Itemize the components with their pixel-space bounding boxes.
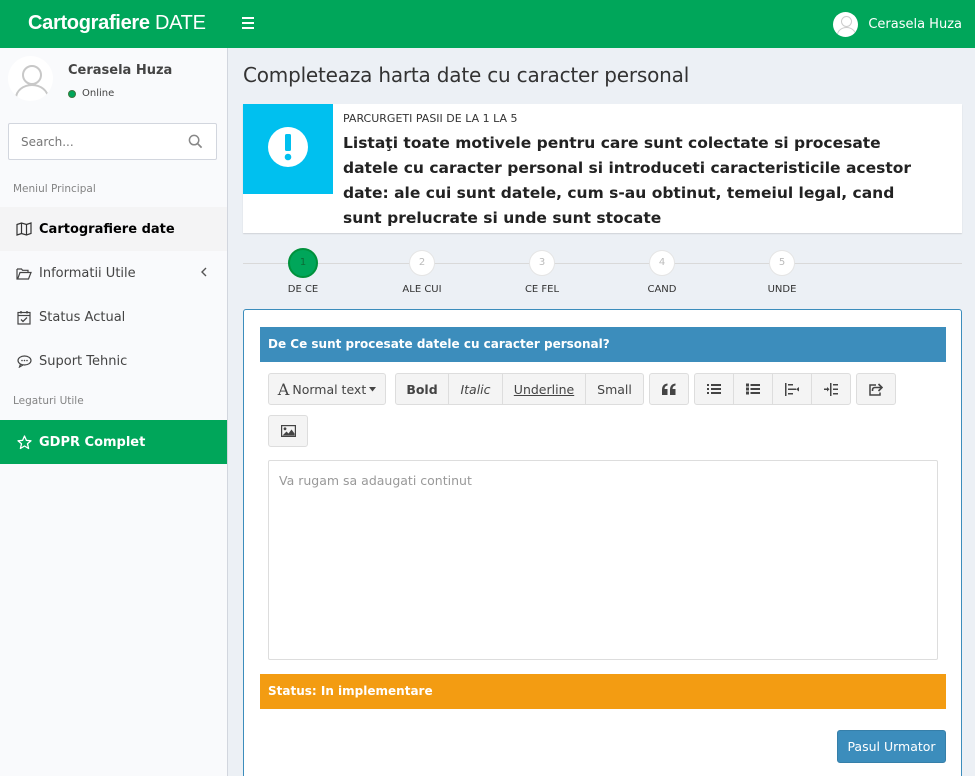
bold-button[interactable]: Bold bbox=[396, 374, 449, 404]
blockquote-button[interactable] bbox=[650, 374, 688, 404]
toolbar-group-link bbox=[856, 373, 896, 405]
hamburger-bar bbox=[242, 22, 254, 24]
toolbar-group-format: A Normal text bbox=[268, 373, 386, 405]
user-menu[interactable]: Cerasela Huza bbox=[833, 0, 975, 48]
top-navbar: Cartografiere DATE Cerasela Huza bbox=[0, 0, 975, 48]
toolbar-group-quote bbox=[649, 373, 689, 405]
calendar-check-icon bbox=[16, 309, 32, 325]
info-box: Parcurgeti pasii de la 1 la 5 Listaţi to… bbox=[243, 104, 962, 233]
brand-suffix: DATE bbox=[149, 12, 206, 34]
small-button[interactable]: Small bbox=[586, 374, 643, 404]
user-panel-name: Cerasela Huza bbox=[68, 63, 173, 78]
step-label: Ale Cui bbox=[402, 284, 442, 295]
share-icon bbox=[869, 382, 883, 396]
step-1[interactable]: 1 De Ce bbox=[258, 248, 348, 295]
image-icon bbox=[280, 425, 296, 437]
info-box-icon bbox=[243, 104, 333, 194]
map-icon bbox=[16, 221, 32, 237]
sidebar-item-status[interactable]: Status Actual bbox=[0, 295, 227, 339]
ordered-list-button[interactable] bbox=[734, 374, 773, 404]
font-icon: A bbox=[277, 379, 290, 399]
section-header-main: Meniul Principal bbox=[13, 183, 96, 195]
steps-line bbox=[243, 263, 962, 264]
status-bar: Status: In implementare bbox=[260, 674, 946, 709]
user-status-label: Online bbox=[82, 88, 115, 99]
user-panel: Cerasela Huza Online bbox=[0, 48, 227, 110]
comment-icon bbox=[16, 353, 32, 369]
insert-link-button[interactable] bbox=[857, 374, 895, 404]
hamburger-bar bbox=[242, 27, 254, 29]
avatar bbox=[8, 56, 53, 101]
caret-down-icon bbox=[369, 386, 377, 392]
sidebar-toggle-button[interactable] bbox=[240, 14, 258, 34]
unordered-list-button[interactable] bbox=[695, 374, 734, 404]
chevron-left-icon bbox=[200, 266, 208, 278]
content-textarea[interactable] bbox=[269, 461, 937, 659]
info-box-text: Listaţi toate motivele pentru care sunt … bbox=[343, 134, 912, 227]
step-number: 4 bbox=[649, 250, 675, 276]
step-2[interactable]: 2 Ale Cui bbox=[377, 250, 467, 295]
search-icon[interactable] bbox=[188, 134, 204, 150]
sidebar-item-informatii[interactable]: Informatii Utile bbox=[0, 251, 227, 295]
step-5[interactable]: 5 Unde bbox=[737, 250, 827, 295]
brand-logo[interactable]: Cartografiere DATE bbox=[0, 0, 228, 48]
exclamation-icon bbox=[267, 126, 309, 172]
user-avatar-icon bbox=[833, 11, 859, 37]
sidebar-item-label: Suport Tehnic bbox=[39, 353, 128, 369]
italic-button[interactable]: Italic bbox=[449, 374, 503, 404]
user-status: Online bbox=[68, 88, 114, 99]
online-dot-icon bbox=[68, 89, 76, 98]
step-label: Unde bbox=[767, 284, 797, 295]
underline-button[interactable]: Underline bbox=[503, 374, 586, 404]
folder-open-icon bbox=[16, 265, 32, 281]
list-ul-icon bbox=[707, 383, 721, 395]
toolbar-group-lists bbox=[694, 373, 851, 405]
sidebar: Cerasela Huza Online Meniul Principal Ca… bbox=[0, 48, 228, 776]
brand-name: Cartografiere bbox=[28, 12, 150, 34]
toolbar-group-image bbox=[268, 415, 308, 447]
insert-image-button[interactable] bbox=[269, 416, 307, 446]
page-title: Completeaza harta date cu caracter perso… bbox=[243, 63, 690, 87]
step-3[interactable]: 3 Ce Fel bbox=[497, 250, 587, 295]
next-step-button[interactable]: Pasul Urmator bbox=[837, 730, 946, 763]
list-ol-icon bbox=[746, 383, 760, 395]
step-label: Ce Fel bbox=[524, 284, 560, 295]
step-label: De Ce bbox=[287, 284, 319, 295]
indent-button[interactable] bbox=[812, 374, 850, 404]
form-box: De Ce sunt procesate datele cu caracter … bbox=[243, 309, 962, 776]
outdent-icon bbox=[785, 382, 799, 396]
sidebar-item-label: Status Actual bbox=[39, 309, 126, 325]
step-number: 1 bbox=[288, 248, 318, 278]
info-box-subtitle: Parcurgeti pasii de la 1 la 5 bbox=[343, 112, 518, 125]
quote-icon bbox=[661, 383, 677, 395]
question-header: De Ce sunt procesate datele cu caracter … bbox=[260, 327, 946, 362]
sidebar-search bbox=[8, 123, 217, 160]
sidebar-item-label: Informatii Utile bbox=[39, 265, 136, 281]
sidebar-item-label: GDPR Complet bbox=[39, 434, 146, 450]
section-header-links: Legaturi Utile bbox=[13, 395, 84, 407]
normal-text-dropdown[interactable]: A Normal text bbox=[269, 374, 385, 404]
sidebar-item-label: Cartografiere date bbox=[39, 221, 175, 237]
toolbar-group-style: Bold Italic Underline Small bbox=[395, 373, 644, 405]
indent-icon bbox=[824, 382, 838, 396]
content-editor bbox=[268, 460, 938, 660]
sidebar-item-suport[interactable]: Suport Tehnic bbox=[0, 339, 227, 383]
step-number: 2 bbox=[409, 250, 435, 276]
hamburger-bar bbox=[242, 17, 254, 19]
sidebar-item-cartografiere[interactable]: Cartografiere date bbox=[0, 207, 227, 251]
user-menu-name: Cerasela Huza bbox=[868, 16, 962, 32]
step-label: Cand bbox=[647, 284, 677, 295]
search-input[interactable] bbox=[9, 124, 179, 159]
step-4[interactable]: 4 Cand bbox=[617, 250, 707, 295]
sidebar-item-gdpr[interactable]: GDPR Complet bbox=[0, 420, 227, 464]
step-number: 5 bbox=[769, 250, 795, 276]
step-number: 3 bbox=[529, 250, 555, 276]
normal-text-label: Normal text bbox=[292, 381, 367, 397]
star-icon bbox=[16, 434, 32, 450]
outdent-button[interactable] bbox=[773, 374, 812, 404]
